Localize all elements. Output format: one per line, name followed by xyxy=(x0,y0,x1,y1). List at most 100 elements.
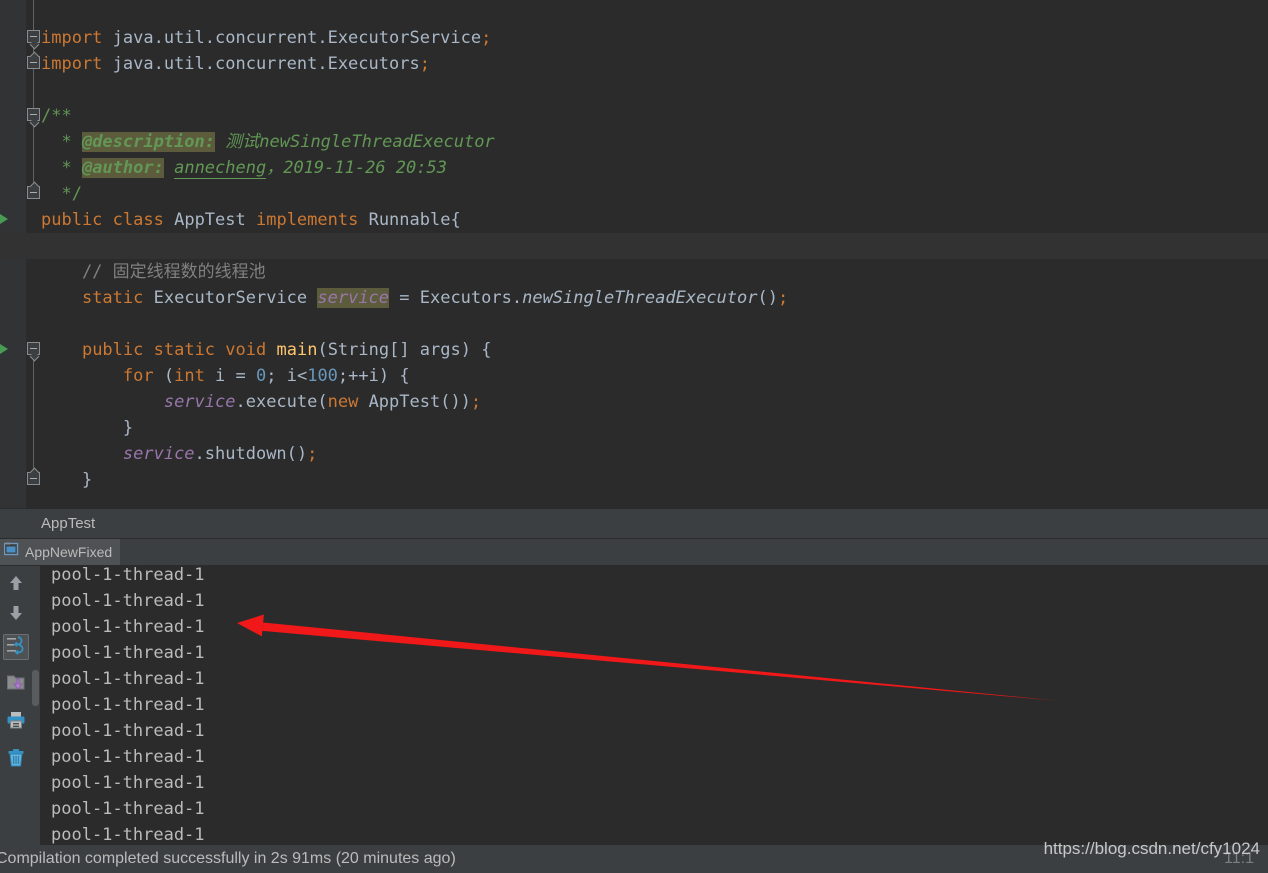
code-token: = Executors. xyxy=(389,288,523,308)
console-output-line: pool-1-thread-1 xyxy=(51,747,205,767)
code-token: newSingleThreadExecutor xyxy=(522,288,758,308)
code-token: class xyxy=(112,210,164,230)
code-token: ;++i) { xyxy=(337,366,410,386)
console-output-line: pool-1-thread-1 xyxy=(51,643,205,663)
arrow-up-icon xyxy=(6,573,26,598)
print-icon xyxy=(6,710,26,735)
console-output-line: pool-1-thread-1 xyxy=(51,825,205,845)
code-line: service.shutdown(); xyxy=(41,441,318,467)
code-token: int xyxy=(174,366,205,386)
clear-all-button[interactable] xyxy=(3,747,29,773)
code-token: // 固定线程数的线程池 xyxy=(41,262,266,282)
console-output-line: pool-1-thread-1 xyxy=(51,695,205,715)
code-line: } xyxy=(41,415,133,441)
code-token: import xyxy=(41,28,103,48)
code-line: for (int i = 0; i<100;++i) { xyxy=(41,363,410,389)
run-tool-window-tab-bar: AppNewFixed xyxy=(0,538,1268,566)
breadcrumb-item-apptest[interactable]: AppTest xyxy=(41,515,95,532)
code-token: ; i< xyxy=(266,366,308,386)
console-output-line: pool-1-thread-1 xyxy=(51,669,205,689)
console-output-text[interactable]: pool-1-thread-1 pool-1-thread-1 pool-1-thr… xyxy=(40,566,1268,845)
code-token: ( xyxy=(153,366,175,386)
run-console[interactable]: pool-1-thread-1 pool-1-thread-1 pool-1-thr… xyxy=(0,566,1268,845)
console-output-line: pool-1-thread-1 xyxy=(51,799,205,819)
code-token: 测试 xyxy=(225,132,260,152)
code-line: */ xyxy=(41,181,82,207)
code-token: .execute( xyxy=(235,392,328,412)
code-token: newSingleThreadExecutor xyxy=(259,132,495,152)
code-token: main xyxy=(276,340,318,360)
console-window-icon xyxy=(3,542,19,562)
code-text-layer[interactable]: import java.util.concurrent.ExecutorServ… xyxy=(0,0,1268,508)
code-token: public xyxy=(81,340,144,360)
run-tab-label: AppNewFixed xyxy=(25,544,113,560)
code-token: service xyxy=(122,444,195,464)
code-token: ，2019-11-26 20:53 xyxy=(266,158,447,178)
code-editor[interactable]: import java.util.concurrent.ExecutorServ… xyxy=(0,0,1268,508)
code-token: AppTest()) xyxy=(358,392,471,412)
code-token: ; xyxy=(777,288,789,308)
code-token: ; xyxy=(307,444,318,464)
code-line: public class AppTest implements Runnable… xyxy=(41,207,461,233)
soft-wrap-icon xyxy=(6,635,26,660)
code-token: * xyxy=(41,132,82,152)
console-output-line: pool-1-thread-1 xyxy=(51,591,205,611)
code-token: () xyxy=(757,288,778,308)
code-line: import java.util.concurrent.Executors; xyxy=(41,51,430,77)
code-line: // 固定线程数的线程池 xyxy=(41,259,266,285)
code-line: * @description: 测试newSingleThreadExecuto… xyxy=(41,129,495,155)
console-output-line: pool-1-thread-1 xyxy=(51,721,205,741)
scroll-up-button[interactable] xyxy=(3,572,29,598)
code-token: i = xyxy=(204,366,256,386)
code-token: ; xyxy=(419,54,430,74)
code-token: ; xyxy=(481,28,492,48)
soft-wrap-button[interactable] xyxy=(3,634,29,660)
console-scrollbar-thumb[interactable] xyxy=(32,670,39,706)
code-line: import java.util.concurrent.ExecutorServ… xyxy=(41,25,491,51)
scroll-down-button[interactable] xyxy=(3,602,29,628)
code-token: service xyxy=(317,288,390,308)
run-tab-appnewfixed[interactable]: AppNewFixed xyxy=(0,539,121,565)
code-token: ExecutorService xyxy=(143,288,318,308)
code-token: .shutdown() xyxy=(194,444,308,464)
code-token: import xyxy=(41,54,103,74)
code-token: @description: xyxy=(81,132,216,152)
code-token: } xyxy=(41,418,134,438)
watermark-url: https://blog.csdn.net/cfy1024 xyxy=(1043,839,1260,858)
code-token: annecheng xyxy=(174,158,267,179)
code-token: 0 xyxy=(256,366,267,386)
code-token: java.util.concurrent.ExecutorService xyxy=(102,28,482,48)
code-line: } xyxy=(41,467,92,493)
export-to-file-icon xyxy=(6,672,26,697)
console-toolbar xyxy=(0,566,31,845)
code-token: (String[] args) { xyxy=(317,340,492,360)
code-token: ; xyxy=(470,392,482,412)
code-token: AppTest xyxy=(163,210,256,230)
console-output-line: pool-1-thread-1 xyxy=(51,773,205,793)
compilation-status-message: Compilation completed successfully in 2s… xyxy=(0,850,456,867)
code-token: */ xyxy=(41,184,82,204)
code-token: static xyxy=(81,288,144,308)
code-token: Runnable{ xyxy=(358,210,461,230)
code-token: static xyxy=(153,340,216,360)
code-line: /** xyxy=(41,103,72,129)
console-output-line: pool-1-thread-1 xyxy=(51,566,205,585)
code-token: new xyxy=(327,392,359,412)
print-button[interactable] xyxy=(3,709,29,735)
breadcrumb-bar: AppTest xyxy=(0,508,1268,538)
code-token: implements xyxy=(255,210,359,230)
code-line: service.execute(new AppTest()); xyxy=(41,389,481,415)
export-button[interactable] xyxy=(3,671,29,697)
code-line: public static void main(String[] args) { xyxy=(41,337,492,363)
code-token: @author: xyxy=(81,158,164,178)
code-token: service xyxy=(163,392,236,412)
